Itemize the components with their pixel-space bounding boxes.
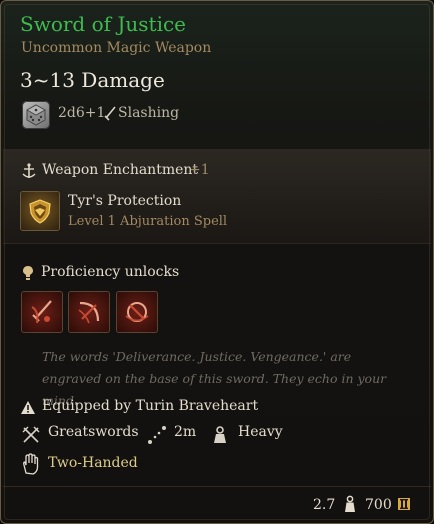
- section-divider: [3, 243, 431, 244]
- proficiency-action-2[interactable]: [68, 291, 110, 333]
- sword-slash-icon: [31, 300, 52, 324]
- item-value: 700: [365, 497, 392, 513]
- proficiency-label: Proficiency unlocks: [41, 264, 180, 280]
- dice-icon: [22, 101, 50, 129]
- footer-divider: [3, 486, 431, 487]
- spell-level: Level 1 Abjuration Spell: [68, 214, 228, 229]
- slashing-icon: [104, 106, 116, 121]
- weapon-category: Greatswords: [48, 424, 139, 440]
- greatswords-icon: [22, 426, 40, 443]
- proficiency-action-3[interactable]: [116, 291, 158, 333]
- item-name: Sword of Justice: [20, 12, 187, 36]
- damage-range: 3~13 Damage: [20, 68, 165, 92]
- range-icon: [148, 426, 166, 444]
- weapon-range: 2m: [174, 424, 197, 440]
- item-tooltip: Sword of Justice Uncommon Magic Weapon 3…: [0, 0, 434, 524]
- spell-name: Tyr's Protection: [68, 193, 182, 209]
- concussive-smash-icon: [125, 302, 149, 322]
- proficiency-icon: [23, 266, 33, 280]
- item-rarity-type: Uncommon Magic Weapon: [21, 40, 212, 56]
- item-weight: 2.7: [313, 497, 336, 513]
- damage-dice: 2d6+1: [58, 105, 106, 121]
- spell-icon[interactable]: [20, 191, 60, 231]
- cleave-icon: [78, 301, 100, 324]
- equipped-by: Equipped by Turin Braveheart: [42, 398, 259, 414]
- enchantment-icon: [22, 163, 36, 178]
- proficiency-action-1[interactable]: [21, 291, 63, 333]
- enchantment-bonus: +1: [189, 162, 210, 178]
- weight-class: Heavy: [238, 424, 283, 440]
- heavy-icon: [214, 426, 226, 443]
- damage-type: Slashing: [118, 105, 180, 121]
- weight-icon: [345, 495, 355, 512]
- gold-icon: [398, 498, 410, 510]
- handedness: Two-Handed: [48, 455, 138, 471]
- warning-icon: [21, 401, 35, 414]
- enchantment-label: Weapon Enchantment: [42, 162, 199, 178]
- two-handed-icon: [23, 453, 39, 475]
